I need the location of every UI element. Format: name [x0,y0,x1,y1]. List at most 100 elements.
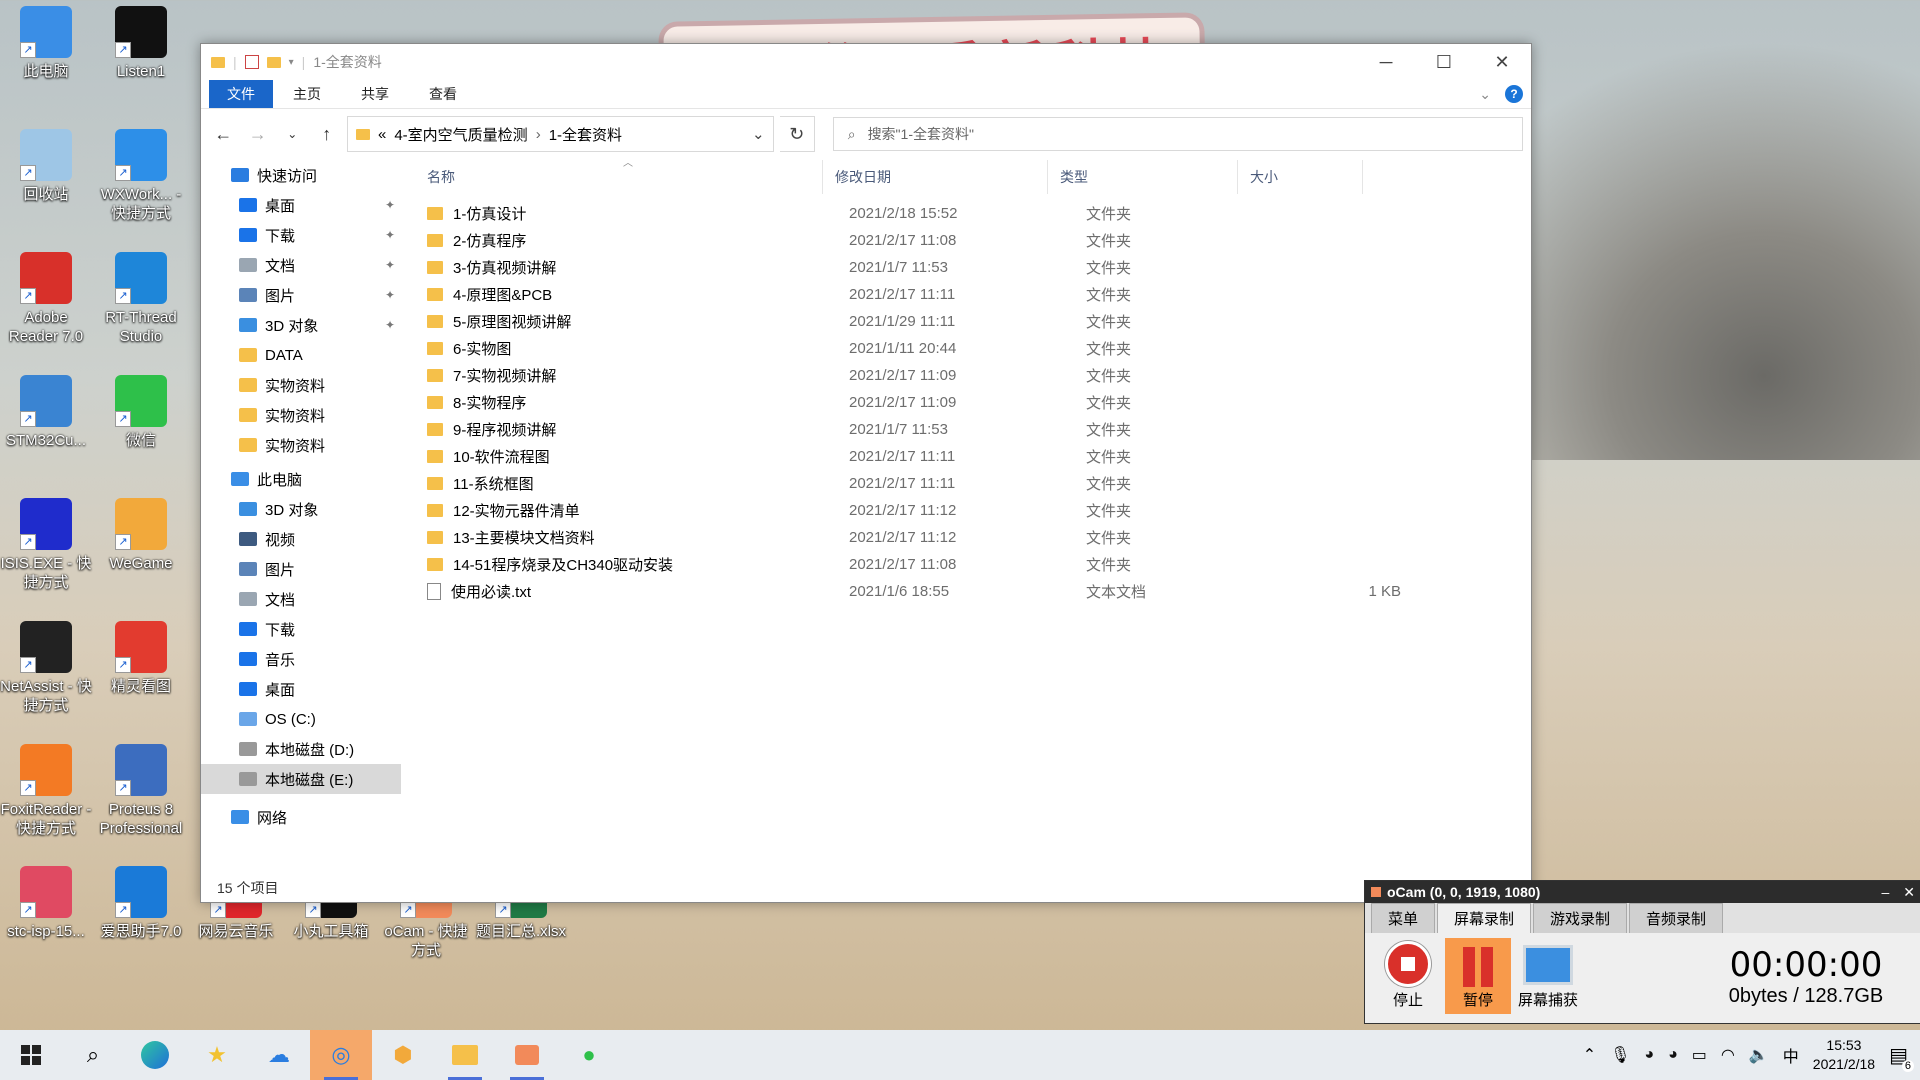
desktop-shortcut[interactable]: ↗ stc-isp-15... [0,860,92,941]
nav-pane-item[interactable]: 实物资料 [201,430,401,460]
file-row[interactable]: 8-实物程序 2021/2/17 11:09 文件夹 [413,389,1531,416]
column-size[interactable]: 大小 [1238,160,1363,194]
nav-pane-item[interactable]: 下载 [201,614,401,644]
qq-icon[interactable]: ◕ [1668,1046,1678,1064]
battery-icon[interactable]: ▭ [1692,1045,1707,1065]
nav-pane-item[interactable]: 快速访问 [201,160,401,190]
desktop-shortcut[interactable]: ↗ 微信 [95,369,187,450]
nav-pane-item[interactable]: 本地磁盘 (D:) [201,734,401,764]
breadcrumb-item[interactable]: 1-全套资料 [549,124,622,145]
nav-pane-item[interactable]: 实物资料 [201,400,401,430]
desktop-shortcut[interactable]: ↗ FoxitReader - 快捷方式 [0,738,92,838]
wechat-icon[interactable]: ● [558,1030,620,1080]
nav-pane-item[interactable]: 桌面 [201,674,401,704]
address-dropdown-icon[interactable]: ⌄ [752,125,765,143]
file-row[interactable]: 7-实物视频讲解 2021/2/17 11:09 文件夹 [413,362,1531,389]
file-row[interactable]: 1-仿真设计 2021/2/18 15:52 文件夹 [413,200,1531,227]
nav-pane-item[interactable]: 音乐 [201,644,401,674]
expand-ribbon-icon[interactable]: ⌄ [1479,86,1491,103]
desktop-shortcut[interactable]: ↗ WeGame [95,492,187,573]
nav-pane-item[interactable]: 本地磁盘 (E:) [201,764,401,794]
file-row[interactable]: 14-51程序烧录及CH340驱动安装 2021/2/17 11:08 文件夹 [413,551,1531,578]
file-row[interactable]: 5-原理图视频讲解 2021/1/29 11:11 文件夹 [413,308,1531,335]
address-bar[interactable]: « 4-室内空气质量检测 › 1-全套资料 ⌄ [347,116,774,152]
desktop-shortcut[interactable]: ↗ WXWork... - 快捷方式 [95,123,187,223]
chevron-up-icon[interactable]: ⌃ [1583,1045,1596,1065]
desktop-shortcut[interactable]: ↗ 精灵看图 [95,615,187,696]
wifi-icon[interactable]: ◠ [1721,1045,1735,1065]
nav-pane-item[interactable]: 桌面 ✦ [201,190,401,220]
desktop-shortcut[interactable]: ↗ ISIS.EXE - 快捷方式 [0,492,92,592]
qq-icon[interactable]: ◕ [1644,1046,1654,1064]
file-explorer-icon[interactable] [434,1030,496,1080]
forward-button[interactable]: → [244,124,273,145]
ocam-close-button[interactable]: ✕ [1903,884,1920,901]
desktop-shortcut[interactable]: ↗ Listen1 [95,0,187,81]
nav-pane-item[interactable]: 下载 ✦ [201,220,401,250]
column-type[interactable]: 类型 [1048,160,1238,194]
ocam-tab-audio-record[interactable]: 音频录制 [1629,903,1724,933]
tab-home[interactable]: 主页 [273,80,341,108]
file-row[interactable]: 使用必读.txt 2021/1/6 18:55 文本文档 1 KB [413,578,1531,605]
microphone-icon[interactable]: 🎙 [1610,1045,1630,1065]
file-row[interactable]: 2-仿真程序 2021/2/17 11:08 文件夹 [413,227,1531,254]
nav-pane-item[interactable]: 此电脑 [201,464,401,494]
minimize-button[interactable]: ─ [1357,44,1415,80]
desktop-shortcut[interactable]: ↗ 此电脑 [0,0,92,81]
tab-view[interactable]: 查看 [409,80,477,108]
nav-pane-item[interactable]: 实物资料 [201,370,401,400]
nav-pane-item[interactable]: DATA [201,340,401,370]
close-button[interactable]: ✕ [1473,44,1531,80]
file-row[interactable]: 3-仿真视频讲解 2021/1/7 11:53 文件夹 [413,254,1531,281]
file-row[interactable]: 11-系统框图 2021/2/17 11:11 文件夹 [413,470,1531,497]
desktop-shortcut[interactable]: ↗ RT-Thread Studio [95,246,187,346]
nav-pane-item[interactable]: 3D 对象 [201,494,401,524]
file-row[interactable]: 6-实物图 2021/1/11 20:44 文件夹 [413,335,1531,362]
notification-center-icon[interactable]: ▤ 6 [1889,1043,1914,1072]
baidu-netdisk-icon[interactable]: ☁ [248,1030,310,1080]
refresh-button[interactable]: ↻ [779,116,815,152]
file-row[interactable]: 9-程序视频讲解 2021/1/7 11:53 文件夹 [413,416,1531,443]
search-icon[interactable]: ⌕ [62,1030,124,1080]
search-box[interactable]: ⌕ 搜索"1-全套资料" [832,117,1523,151]
hexagon-app-icon[interactable]: ⬢ [372,1030,434,1080]
pause-button[interactable]: 暂停 [1445,938,1511,1014]
ocam-tab-menu[interactable]: 菜单 [1371,903,1436,933]
file-row[interactable]: 4-原理图&PCB 2021/2/17 11:11 文件夹 [413,281,1531,308]
ocam-minimize-button[interactable]: – [1881,884,1897,900]
desktop-shortcut[interactable]: ↗ Proteus 8 Professional [95,738,187,838]
nav-pane-item[interactable]: 图片 ✦ [201,280,401,310]
customize-toolbar-icon[interactable]: ▾ [289,57,294,68]
volume-icon[interactable]: 🔈 [1749,1045,1769,1065]
nav-pane-item[interactable]: 文档 [201,584,401,614]
screen-capture-button[interactable]: 屏幕捕获 [1515,938,1581,1014]
nav-pane-item[interactable]: 视频 [201,524,401,554]
maximize-button[interactable]: ☐ [1415,44,1473,80]
file-row[interactable]: 12-实物元器件清单 2021/2/17 11:12 文件夹 [413,497,1531,524]
new-folder-icon[interactable] [266,56,281,68]
desktop-shortcut[interactable]: ↗ 回收站 [0,123,92,204]
stop-button[interactable]: 停止 [1375,938,1441,1014]
breadcrumb-item[interactable]: 4-室内空气质量检测 [394,124,527,145]
ocam-tab-game-record[interactable]: 游戏录制 [1533,903,1628,933]
file-row[interactable]: 13-主要模块文档资料 2021/2/17 11:12 文件夹 [413,524,1531,551]
ime-indicator[interactable]: 中 [1783,1043,1799,1067]
windows-start-icon[interactable] [0,1030,62,1080]
properties-icon[interactable] [244,55,259,69]
nav-pane-item[interactable]: 网络 [201,802,401,832]
ocam-icon[interactable] [496,1030,558,1080]
edge-icon[interactable] [124,1030,186,1080]
help-icon[interactable]: ? [1505,85,1523,103]
column-date[interactable]: 修改日期 [823,160,1048,194]
tab-share[interactable]: 共享 [341,80,409,108]
desktop-shortcut[interactable]: ↗ STM32Cu... [0,369,92,450]
star-app-icon[interactable]: ★ [186,1030,248,1080]
nav-pane-item[interactable]: OS (C:) [201,704,401,734]
recent-locations-button[interactable]: ⌄ [278,127,307,141]
wxwork-icon[interactable]: ◎ [310,1030,372,1080]
file-row[interactable]: 10-软件流程图 2021/2/17 11:11 文件夹 [413,443,1531,470]
desktop-shortcut[interactable]: ↗ NetAssist - 快捷方式 [0,615,92,715]
back-button[interactable]: ← [209,124,238,145]
nav-pane-item[interactable]: 3D 对象 ✦ [201,310,401,340]
clock[interactable]: 15:53 2021/2/18 [1813,1036,1875,1074]
